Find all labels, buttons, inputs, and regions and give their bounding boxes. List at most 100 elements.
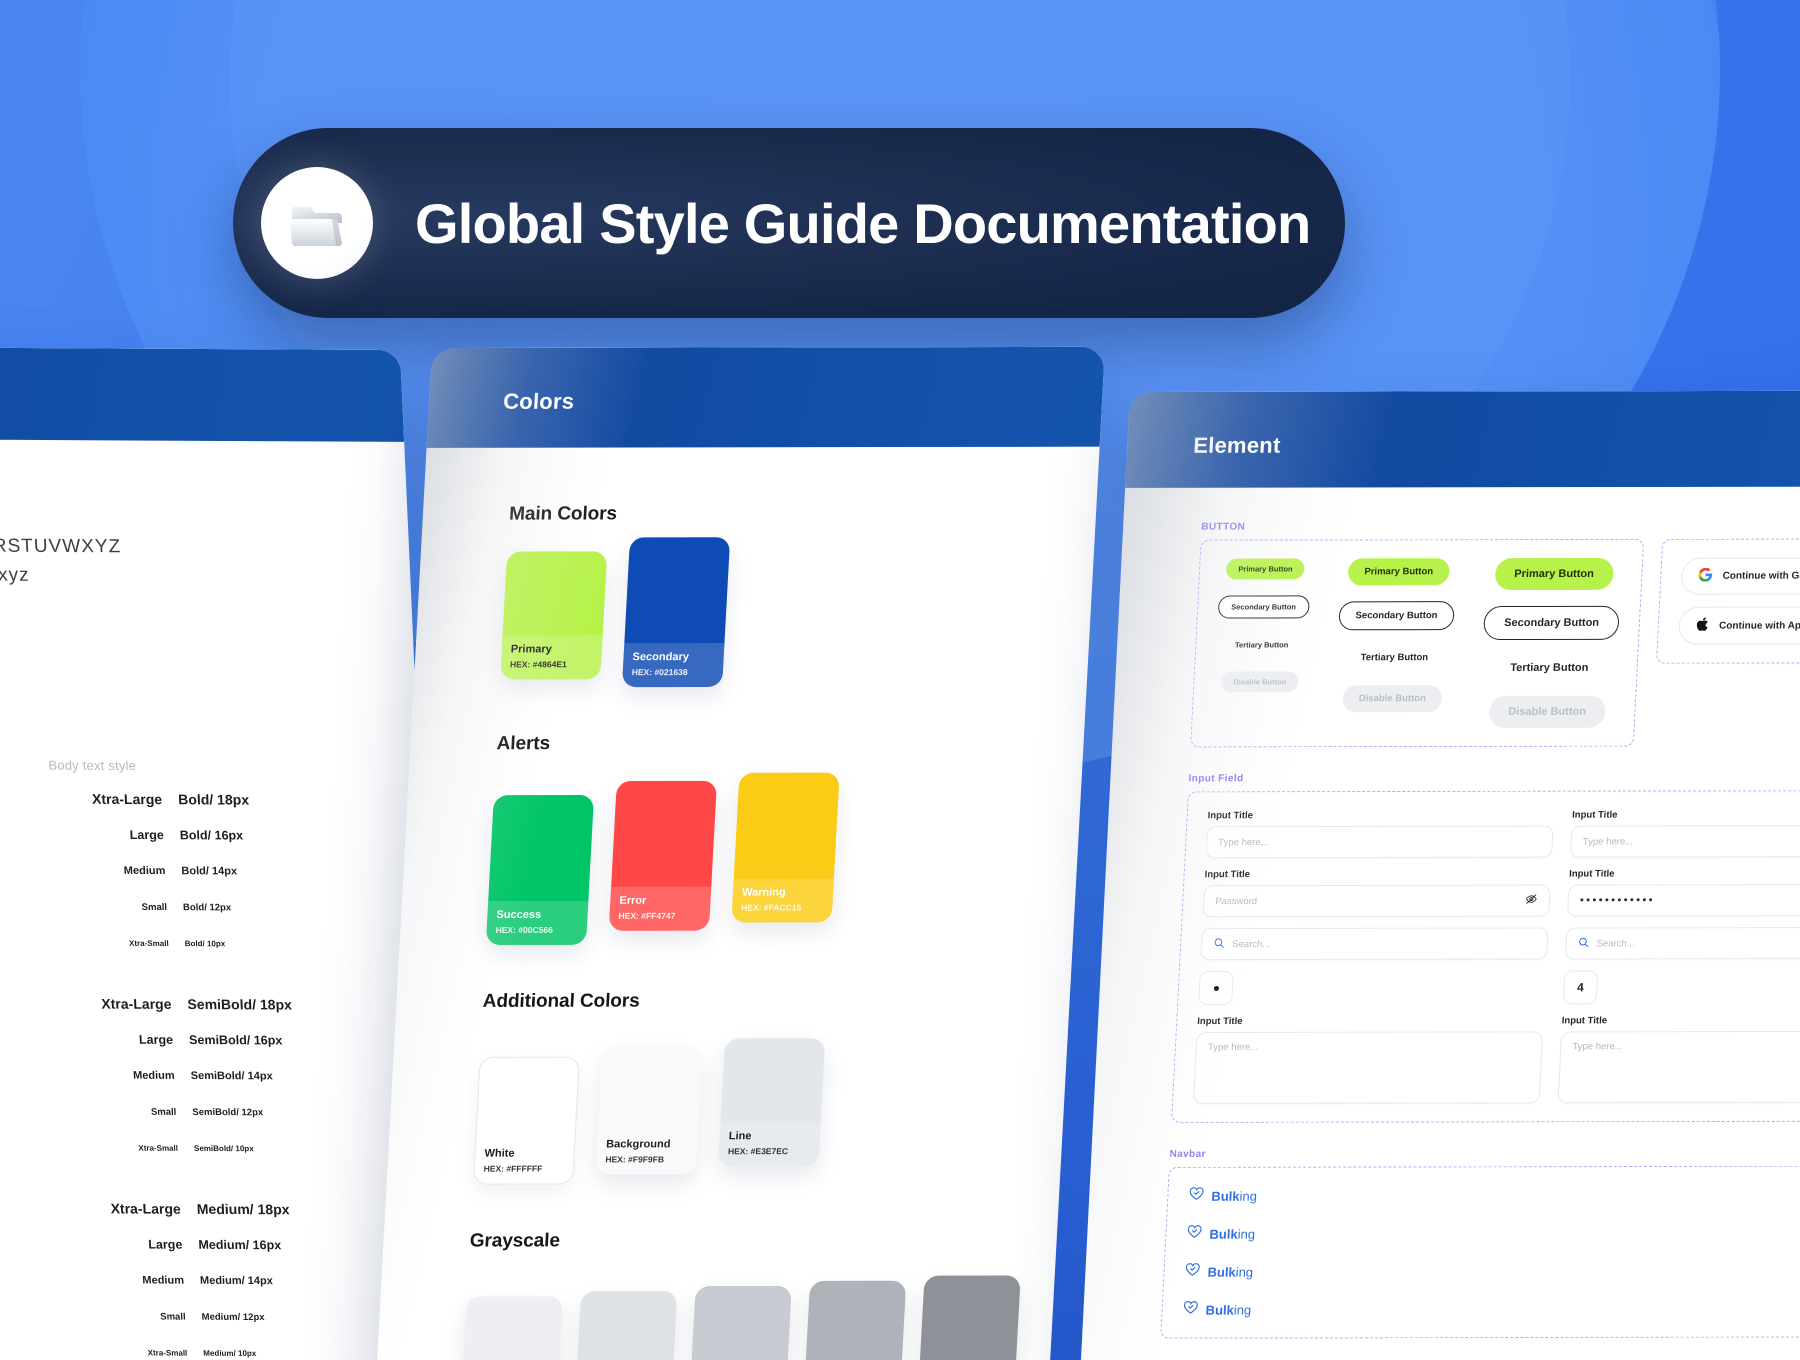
text-style-spec: Medium/ 18px	[196, 1200, 290, 1218]
input-field-textarea: Input Title Type here...	[1557, 1015, 1800, 1104]
color-swatch: Gray 300HEX: #C8CBD1	[687, 1285, 792, 1360]
secondary-button[interactable]: Secondary Button	[1337, 601, 1456, 631]
color-swatch: Gray 500HEX: #8E9298	[916, 1275, 1021, 1360]
glyphs-uppercase: ABCDEFGHIJKLMNOPQRSTUVWXYZ	[0, 534, 122, 558]
color-swatch-footer: Background HEX: #F9F9FB	[595, 1130, 699, 1175]
color-swatch-hex: HEX: #E3E7EC	[727, 1146, 789, 1157]
brand-name: Bulking	[1211, 1188, 1258, 1204]
heart-check-icon	[1188, 1186, 1205, 1206]
text-style-spec: SemiBold/ 12px	[192, 1106, 264, 1119]
text-style-spec: Bold/ 16px	[179, 828, 244, 843]
text-style-row: Xtra-Small Medium/ 10px	[75, 1348, 397, 1360]
color-swatch-row: Gray 100HEX: #EEEFF2Gray 200HEX: #DEE1E6…	[458, 1275, 1021, 1360]
text-style-name: Xtra-Small	[147, 1348, 188, 1358]
search-icon	[1213, 937, 1226, 952]
glyphs-lowercase: abcdefghijklmnopqrstuvwxyz	[0, 562, 31, 586]
primary-button[interactable]: Primary Button	[1347, 558, 1450, 586]
text-style-row: Xtra-Small SemiBold/ 10px	[66, 1143, 388, 1176]
input-field-text: Input Title Type here...	[1205, 810, 1555, 859]
element-card-title: Element	[1192, 432, 1282, 458]
color-swatch-footer: Success HEX: #00C566	[485, 900, 589, 945]
input-label: Input Title	[1568, 868, 1615, 880]
input-column-left: Input Title Type here... Input Title Pas…	[1193, 810, 1554, 1104]
search-input[interactable]: Search...	[1200, 927, 1549, 961]
continue-with-google-button[interactable]: Continue with Google	[1680, 557, 1800, 595]
text-style-spec: Bold/ 18px	[177, 791, 250, 808]
tertiary-button[interactable]: Tertiary Button	[1230, 634, 1292, 655]
primary-button[interactable]: Primary Button	[1225, 558, 1306, 580]
apple-icon	[1696, 617, 1710, 635]
text-style-row: Xtra-Large Medium/ 18px	[68, 1200, 390, 1233]
text-style-name: Xtra-Large	[100, 995, 172, 1012]
brand-name: Bulking	[1205, 1302, 1252, 1318]
password-input-filled[interactable]: ••••••••••••	[1567, 883, 1800, 917]
button-frame: Primary Button Secondary Button Tertiary…	[1190, 538, 1645, 748]
text-style-name: Medium	[123, 864, 166, 878]
textarea-input[interactable]: Type here...	[1557, 1030, 1800, 1104]
text-style-name: Xtra-Small	[128, 938, 169, 949]
eye-off-icon[interactable]	[1524, 893, 1538, 909]
continue-with-apple-button[interactable]: Continue with Apple	[1678, 606, 1800, 645]
navbar-frame: BulkingHomeProgramsBulkingHomeProgramsBu…	[1160, 1165, 1800, 1339]
primary-button[interactable]: Primary Button	[1494, 557, 1614, 591]
password-input[interactable]: Password	[1202, 884, 1551, 918]
tertiary-button[interactable]: Tertiary Button	[1506, 656, 1593, 680]
input-field-password-filled: Input Title ••••••••••••	[1567, 868, 1800, 917]
brand-logo[interactable]: Bulking	[1182, 1300, 1252, 1320]
quantity-stepper[interactable]: 4	[1562, 970, 1599, 1005]
glyph-specimen: ABCDEFGHIJKLMNOPQRSTUVWXYZ abcdefghijklm…	[0, 531, 371, 591]
text-style-spec: Bold/ 14px	[181, 865, 238, 878]
navbar-row: BulkingHomePrograms	[1186, 1223, 1800, 1244]
color-swatch-hex: HEX: #F9F9FB	[605, 1154, 665, 1165]
navbar-row: BulkingHomePrograms	[1182, 1298, 1800, 1319]
display-size-item: Bold/ 72px	[0, 694, 378, 751]
input-label: Input Title	[1561, 1015, 1608, 1027]
button-section-label: BUTTON	[1200, 521, 1246, 533]
color-swatch-name: Success	[496, 908, 542, 921]
text-style-name: Xtra-Large	[91, 790, 163, 808]
color-swatch-name: Background	[605, 1138, 671, 1151]
color-swatch: Success HEX: #00C566	[485, 795, 595, 945]
brand-logo[interactable]: Bulking	[1186, 1224, 1256, 1244]
input-field-section-label: Input Field	[1188, 773, 1244, 785]
input-label: Input Title	[1196, 1015, 1243, 1028]
social-button-label: Continue with Google	[1722, 570, 1800, 582]
password-value: ••••••••••••	[1579, 894, 1656, 907]
brand-logo[interactable]: Bulking	[1188, 1186, 1258, 1206]
input-placeholder: Search...	[1596, 937, 1636, 949]
tertiary-button[interactable]: Tertiary Button	[1356, 646, 1433, 669]
text-style-spec: SemiBold/ 16px	[188, 1033, 283, 1048]
text-style-spec: Medium/ 14px	[199, 1274, 274, 1288]
color-swatch-name: White	[484, 1147, 515, 1160]
body-text-style-caption: Body text style	[48, 757, 137, 774]
text-style-row: Large Bold/ 16px	[51, 828, 373, 861]
secondary-button[interactable]: Secondary Button	[1217, 595, 1310, 619]
input-placeholder: Type here...	[1207, 1041, 1259, 1053]
text-style-row: Small SemiBold/ 12px	[64, 1106, 386, 1139]
text-style-spec: Medium/ 16px	[198, 1237, 282, 1253]
color-section-title: Grayscale	[469, 1230, 561, 1252]
textarea-input[interactable]: Type here...	[1193, 1031, 1544, 1104]
brand-logo[interactable]: Bulking	[1184, 1262, 1254, 1282]
input-label: Input Title	[1571, 809, 1618, 821]
heart-check-icon	[1182, 1300, 1199, 1320]
text-style-name: Large	[129, 827, 165, 843]
color-swatch-hex: HEX: #00C566	[495, 924, 554, 935]
color-swatch-hex: HEX: #FFFFFF	[483, 1163, 543, 1174]
color-swatch-hex: HEX: #FF4747	[618, 910, 676, 921]
colors-card-body: Main Colors Primary HEX: #4864E1 Secondary H…	[374, 447, 1100, 1360]
input-field-frame: Input Title Type here... Input Title Pas…	[1171, 790, 1800, 1123]
text-input[interactable]: Type here...	[1570, 825, 1800, 858]
color-swatch-hex: HEX: #FACC15	[740, 902, 802, 913]
color-swatch-footer: Error HEX: #FF4747	[608, 886, 712, 931]
radio-filled-icon[interactable]	[1198, 971, 1234, 1006]
text-style-spec: Medium/ 12px	[201, 1311, 265, 1324]
input-label: Input Title	[1207, 810, 1254, 822]
text-style-row: Small Medium/ 12px	[73, 1311, 395, 1344]
text-style-spec: SemiBold/ 14px	[190, 1069, 274, 1083]
navbar-section: Navbar BulkingHomePrograms BulkingHomePro…	[1160, 1148, 1800, 1339]
search-input-with-clear[interactable]: Search... ✕	[1564, 926, 1800, 960]
secondary-button[interactable]: Secondary Button	[1483, 605, 1620, 641]
text-input[interactable]: Type here...	[1205, 825, 1554, 859]
color-swatch: Warning HEX: #FACC15	[731, 772, 840, 923]
